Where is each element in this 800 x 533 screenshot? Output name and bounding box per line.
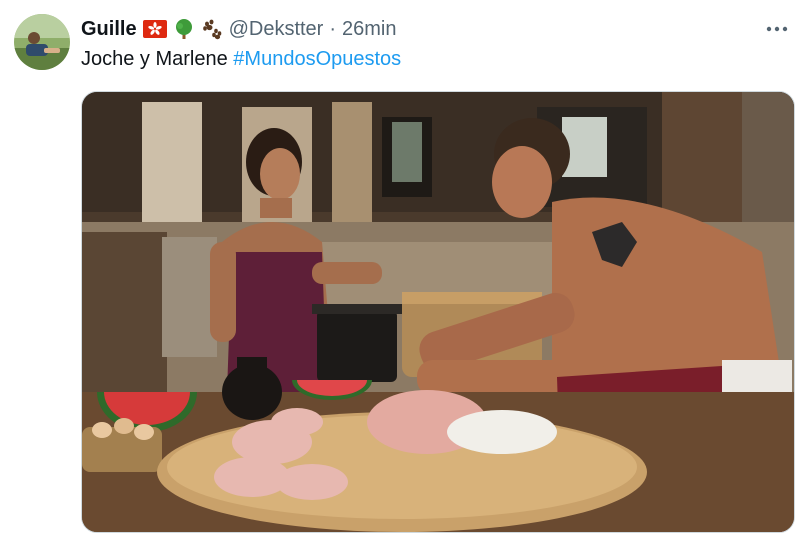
tweet-header: Guille @Dekstter · 26min: [81, 16, 740, 42]
hong-kong-flag-icon: [142, 20, 167, 38]
user-handle[interactable]: @Dekstter: [229, 18, 324, 41]
avatar[interactable]: [14, 14, 70, 70]
tweet: Guille @Dekstter · 26min Joche y Marlene…: [0, 0, 800, 533]
paw-prints-icon: [201, 18, 223, 40]
tweet-photo[interactable]: [81, 91, 795, 533]
more-options-icon[interactable]: [762, 14, 792, 44]
separator-dot: ·: [329, 17, 337, 40]
tweet-text-body: Joche y Marlene: [81, 48, 234, 70]
deciduous-tree-icon: [173, 18, 195, 40]
tweet-text: Joche y Marlene #MundosOpuestos: [81, 48, 401, 71]
timestamp[interactable]: 26min: [342, 18, 396, 41]
photo-scene: [82, 92, 794, 532]
hashtag-link[interactable]: #MundosOpuestos: [233, 48, 401, 70]
display-name[interactable]: Guille: [81, 18, 137, 41]
